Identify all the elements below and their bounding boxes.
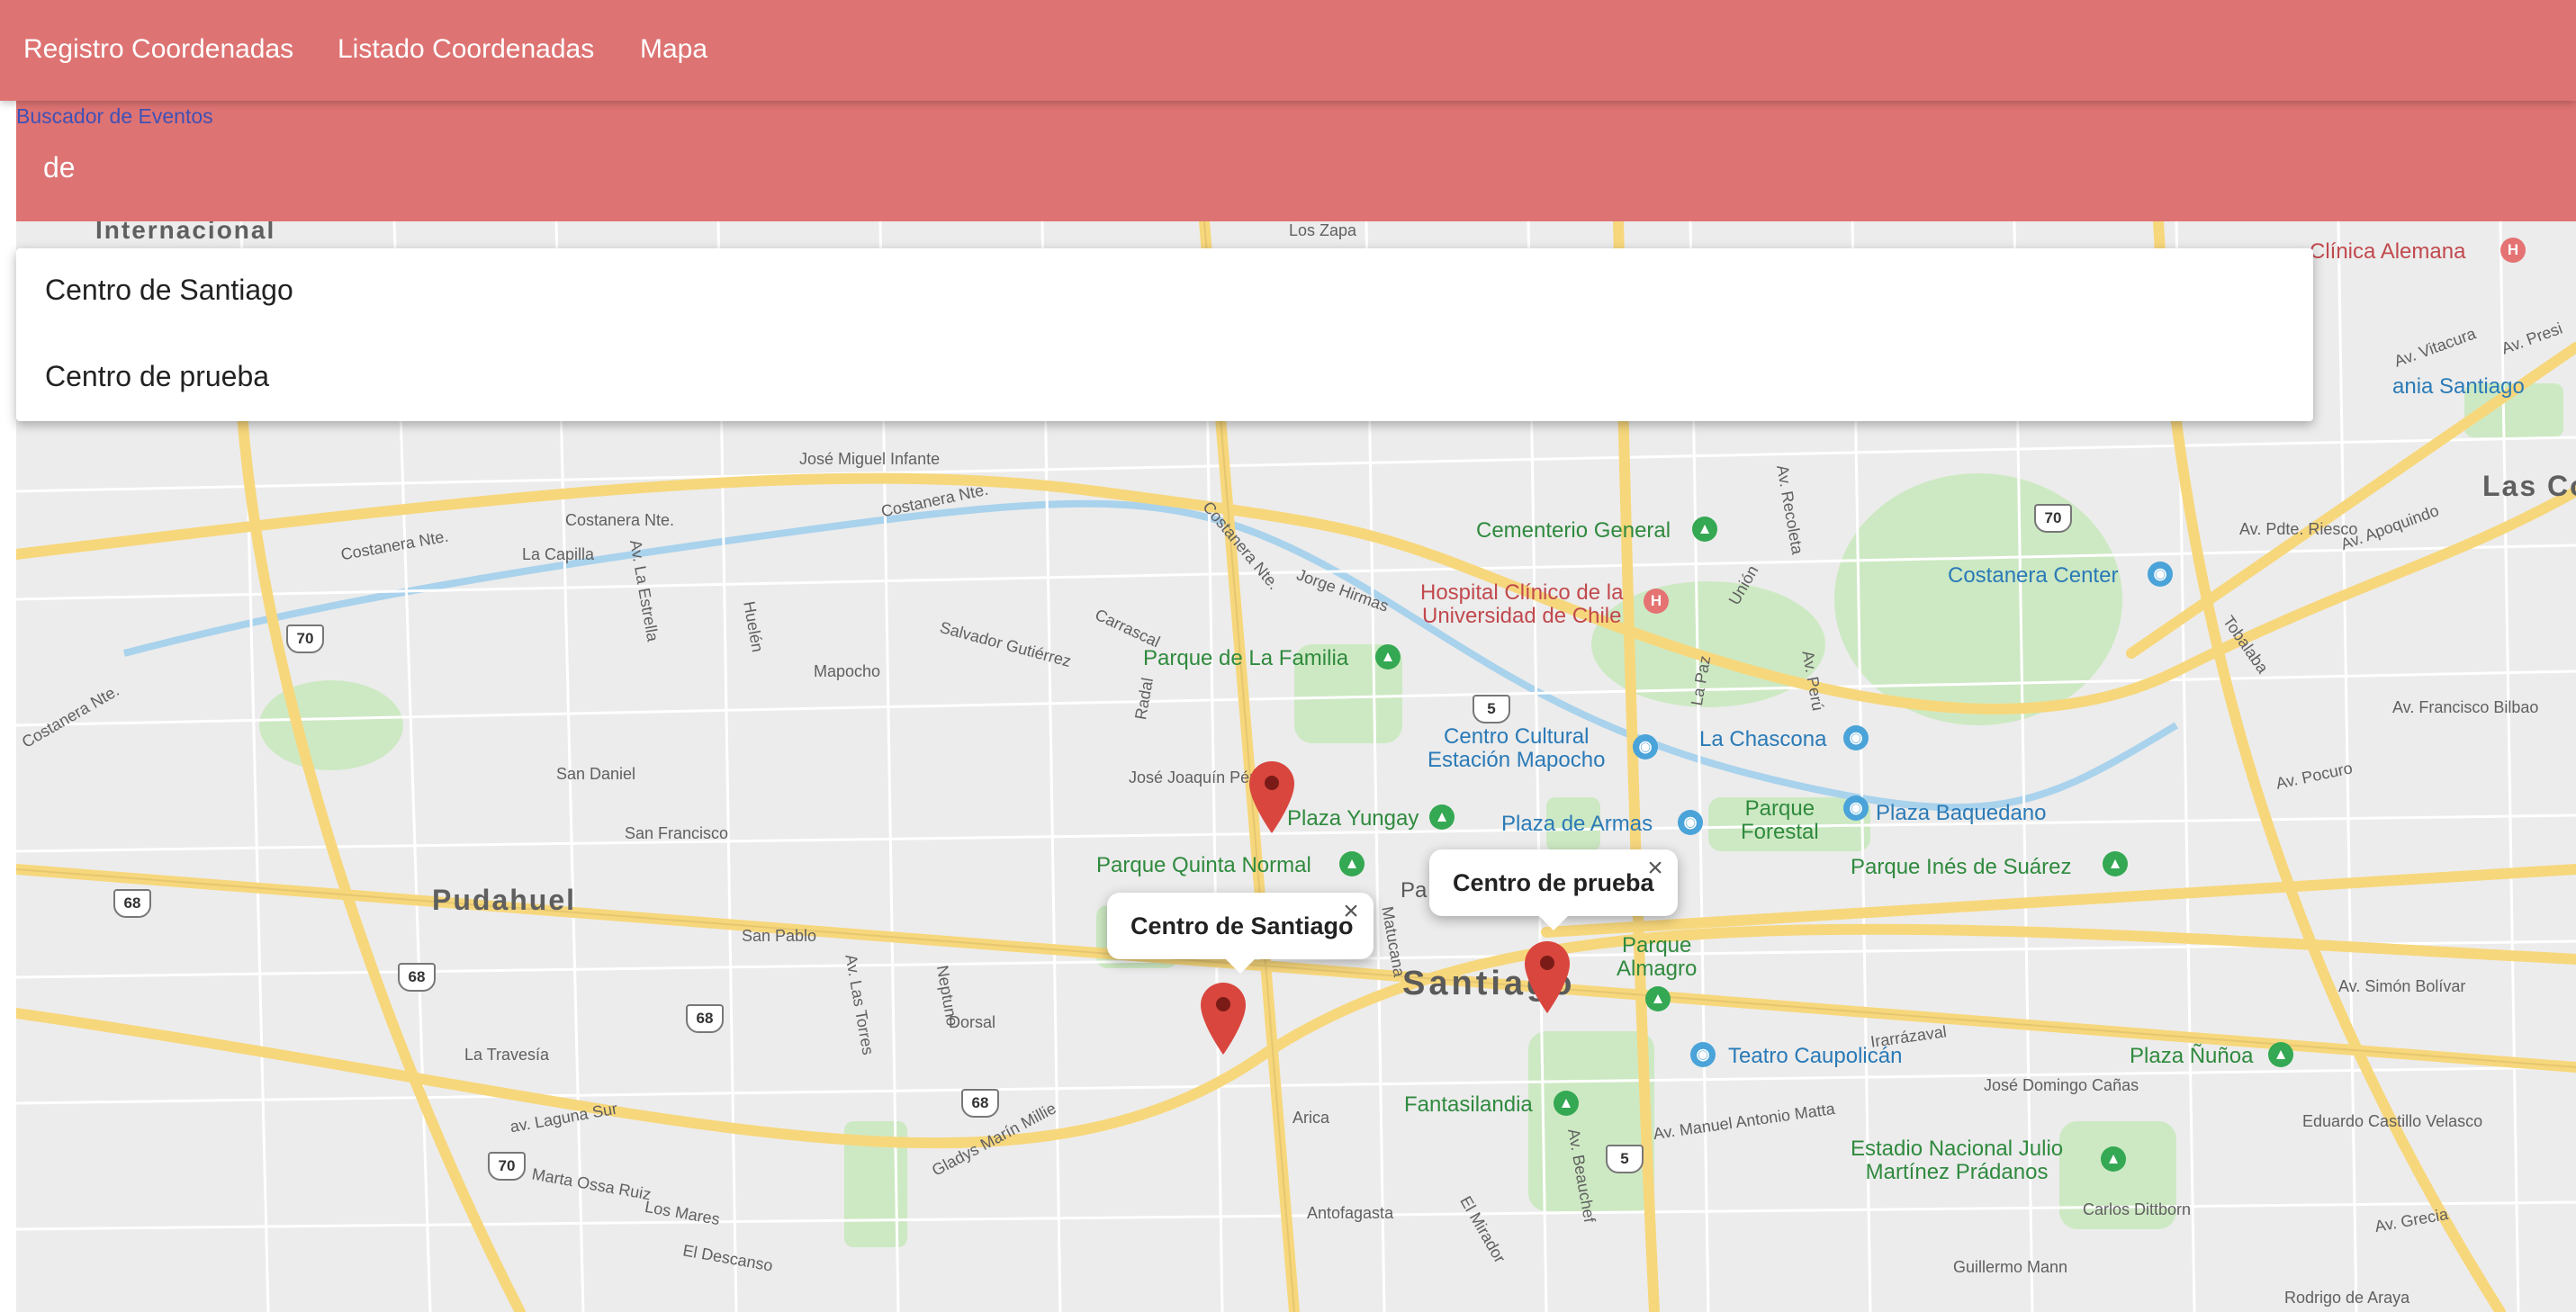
infowindow-title: Centro de Santiago — [1130, 912, 1354, 939]
street-label: Los Zapa — [1289, 221, 1357, 239]
route-shield: 5 — [1473, 695, 1510, 723]
route-shield: 68 — [113, 889, 151, 918]
park-icon: ▲ — [1429, 804, 1455, 830]
route-shield: 70 — [286, 625, 324, 653]
label-parque-ines: Parque Inés de Suárez — [1851, 855, 2072, 879]
autocomplete-option-centro-de-santiago[interactable]: Centro de Santiago — [45, 274, 293, 307]
street-label: Guillermo Mann — [1953, 1258, 2068, 1276]
street-label: La Capilla — [522, 545, 595, 563]
street-label: La Travesía — [464, 1046, 550, 1064]
label-plaza-de-armas: Plaza de Armas — [1501, 812, 1653, 836]
label-la-chascona: La Chascona — [1699, 727, 1827, 751]
street-label: Eduardo Castillo Velasco — [2302, 1112, 2483, 1130]
park-icon: ▲ — [1375, 644, 1401, 669]
nav-mapa[interactable]: Mapa — [640, 29, 707, 70]
park-icon: ▲ — [2268, 1042, 2293, 1067]
street-label: José Miguel Infante — [799, 450, 941, 468]
label-plaza-yungay: Plaza Yungay — [1287, 806, 1419, 831]
park-icon: ▲ — [1339, 851, 1365, 876]
label-plaza-nunoa: Plaza Ñuñoa — [2130, 1044, 2254, 1068]
label-estadio-nacional: Estadio Nacional Julio Martínez Prádanos — [1851, 1137, 2064, 1184]
label-plaza-baquedano: Plaza Baquedano — [1876, 801, 2047, 825]
close-icon[interactable]: × — [1338, 898, 1365, 925]
label-hospital-clinico: Hospital Clínico de la Universidad de Ch… — [1420, 580, 1624, 628]
map-marker[interactable] — [1249, 761, 1294, 833]
label-cementerio-general: Cementerio General — [1476, 518, 1671, 543]
route-shield: 68 — [686, 1004, 724, 1033]
label-clinica-alemana: Clínica Alemana — [2310, 239, 2466, 264]
label-pa: Pa — [1401, 878, 1428, 903]
theater-icon: ◉ — [1690, 1042, 1716, 1067]
route-shield: 5 — [1606, 1145, 1644, 1173]
nav-registro-coordenadas[interactable]: Registro Coordenadas — [23, 29, 293, 70]
map-marker-centro-prueba[interactable] — [1525, 941, 1570, 1013]
street-label: Av. Francisco Bilbao — [2392, 698, 2539, 716]
park-icon: ▲ — [1692, 517, 1717, 542]
landmark-icon: ◉ — [1678, 810, 1703, 835]
street-label: Antofagasta — [1307, 1204, 1394, 1222]
label-internacional: Internacional — [95, 221, 276, 244]
search-label: Buscador de Eventos — [16, 104, 213, 128]
stadium-icon: ▲ — [2101, 1146, 2126, 1172]
hospital-icon: H — [2500, 238, 2526, 263]
infowindow-centro-prueba: Centro de prueba × — [1429, 849, 1678, 930]
map-marker-centro-santiago[interactable] — [1201, 983, 1246, 1055]
street-label: Arica — [1293, 1109, 1330, 1127]
label-parque-la-familia: Parque de La Familia — [1143, 646, 1349, 670]
street-label: Costanera Nte. — [565, 511, 675, 529]
label-parque-forestal: Parque Forestal — [1741, 796, 1819, 844]
route-shield: 68 — [398, 963, 436, 992]
street-label: San Francisco — [625, 824, 729, 842]
hospital-icon: H — [1644, 589, 1669, 614]
label-centro-cultural: Centro Cultural Estación Mapocho — [1428, 724, 1606, 772]
search-input[interactable] — [16, 140, 2563, 194]
street-label: Av. Pdte. Riesco — [2239, 520, 2358, 538]
street-label: Rodrigo de Araya — [2284, 1289, 2410, 1307]
route-shield: 68 — [961, 1089, 999, 1118]
landmark-icon: ◉ — [1843, 795, 1869, 821]
close-icon[interactable]: × — [1642, 855, 1669, 882]
landmark-icon: ◉ — [1843, 725, 1869, 750]
park-icon: ▲ — [2103, 851, 2128, 876]
label-pudahuel: Pudahuel — [432, 884, 577, 916]
label-las-condes: Las Co — [2482, 470, 2576, 502]
top-navbar: Registro Coordenadas Listado Coordenadas… — [0, 0, 2576, 101]
route-shield: 70 — [2034, 504, 2072, 533]
infowindow-tail — [1226, 959, 1255, 974]
label-mania-santiago: ania Santiago — [2392, 374, 2525, 399]
camera-icon: ◉ — [1633, 734, 1658, 759]
autocomplete-option-centro-de-prueba[interactable]: Centro de prueba — [45, 360, 269, 393]
street-label: San Daniel — [556, 765, 636, 783]
autocomplete-dropdown: Centro de Santiago Centro de prueba — [16, 248, 2313, 421]
shopping-icon: ◉ — [2148, 562, 2173, 587]
street-label: Carlos Dittborn — [2083, 1200, 2192, 1218]
route-shield: 70 — [488, 1152, 526, 1181]
infowindow-title: Centro de prueba — [1453, 869, 1654, 896]
street-label: San Pablo — [742, 927, 817, 945]
label-parque-almagro: Parque Almagro — [1617, 933, 1698, 981]
street-label: José Domingo Cañas — [1984, 1076, 2139, 1094]
label-fantasilandia: Fantasilandia — [1404, 1092, 1533, 1117]
event-search-box: Buscador de Eventos — [16, 101, 2576, 221]
label-parque-quinta-normal: Parque Quinta Normal — [1096, 853, 1311, 877]
street-label: Av. Simón Bolívar — [2338, 977, 2466, 995]
park-icon: ▲ — [1645, 986, 1671, 1011]
amusement-icon: ▲ — [1554, 1091, 1579, 1116]
infowindow-centro-santiago: Centro de Santiago × — [1107, 893, 1374, 974]
street-label: Mapocho — [814, 662, 881, 680]
label-costanera-center: Costanera Center — [1948, 563, 2119, 588]
street-label: Dorsal — [949, 1013, 996, 1031]
infowindow-tail — [1539, 916, 1568, 930]
nav-listado-coordenadas[interactable]: Listado Coordenadas — [338, 29, 594, 70]
